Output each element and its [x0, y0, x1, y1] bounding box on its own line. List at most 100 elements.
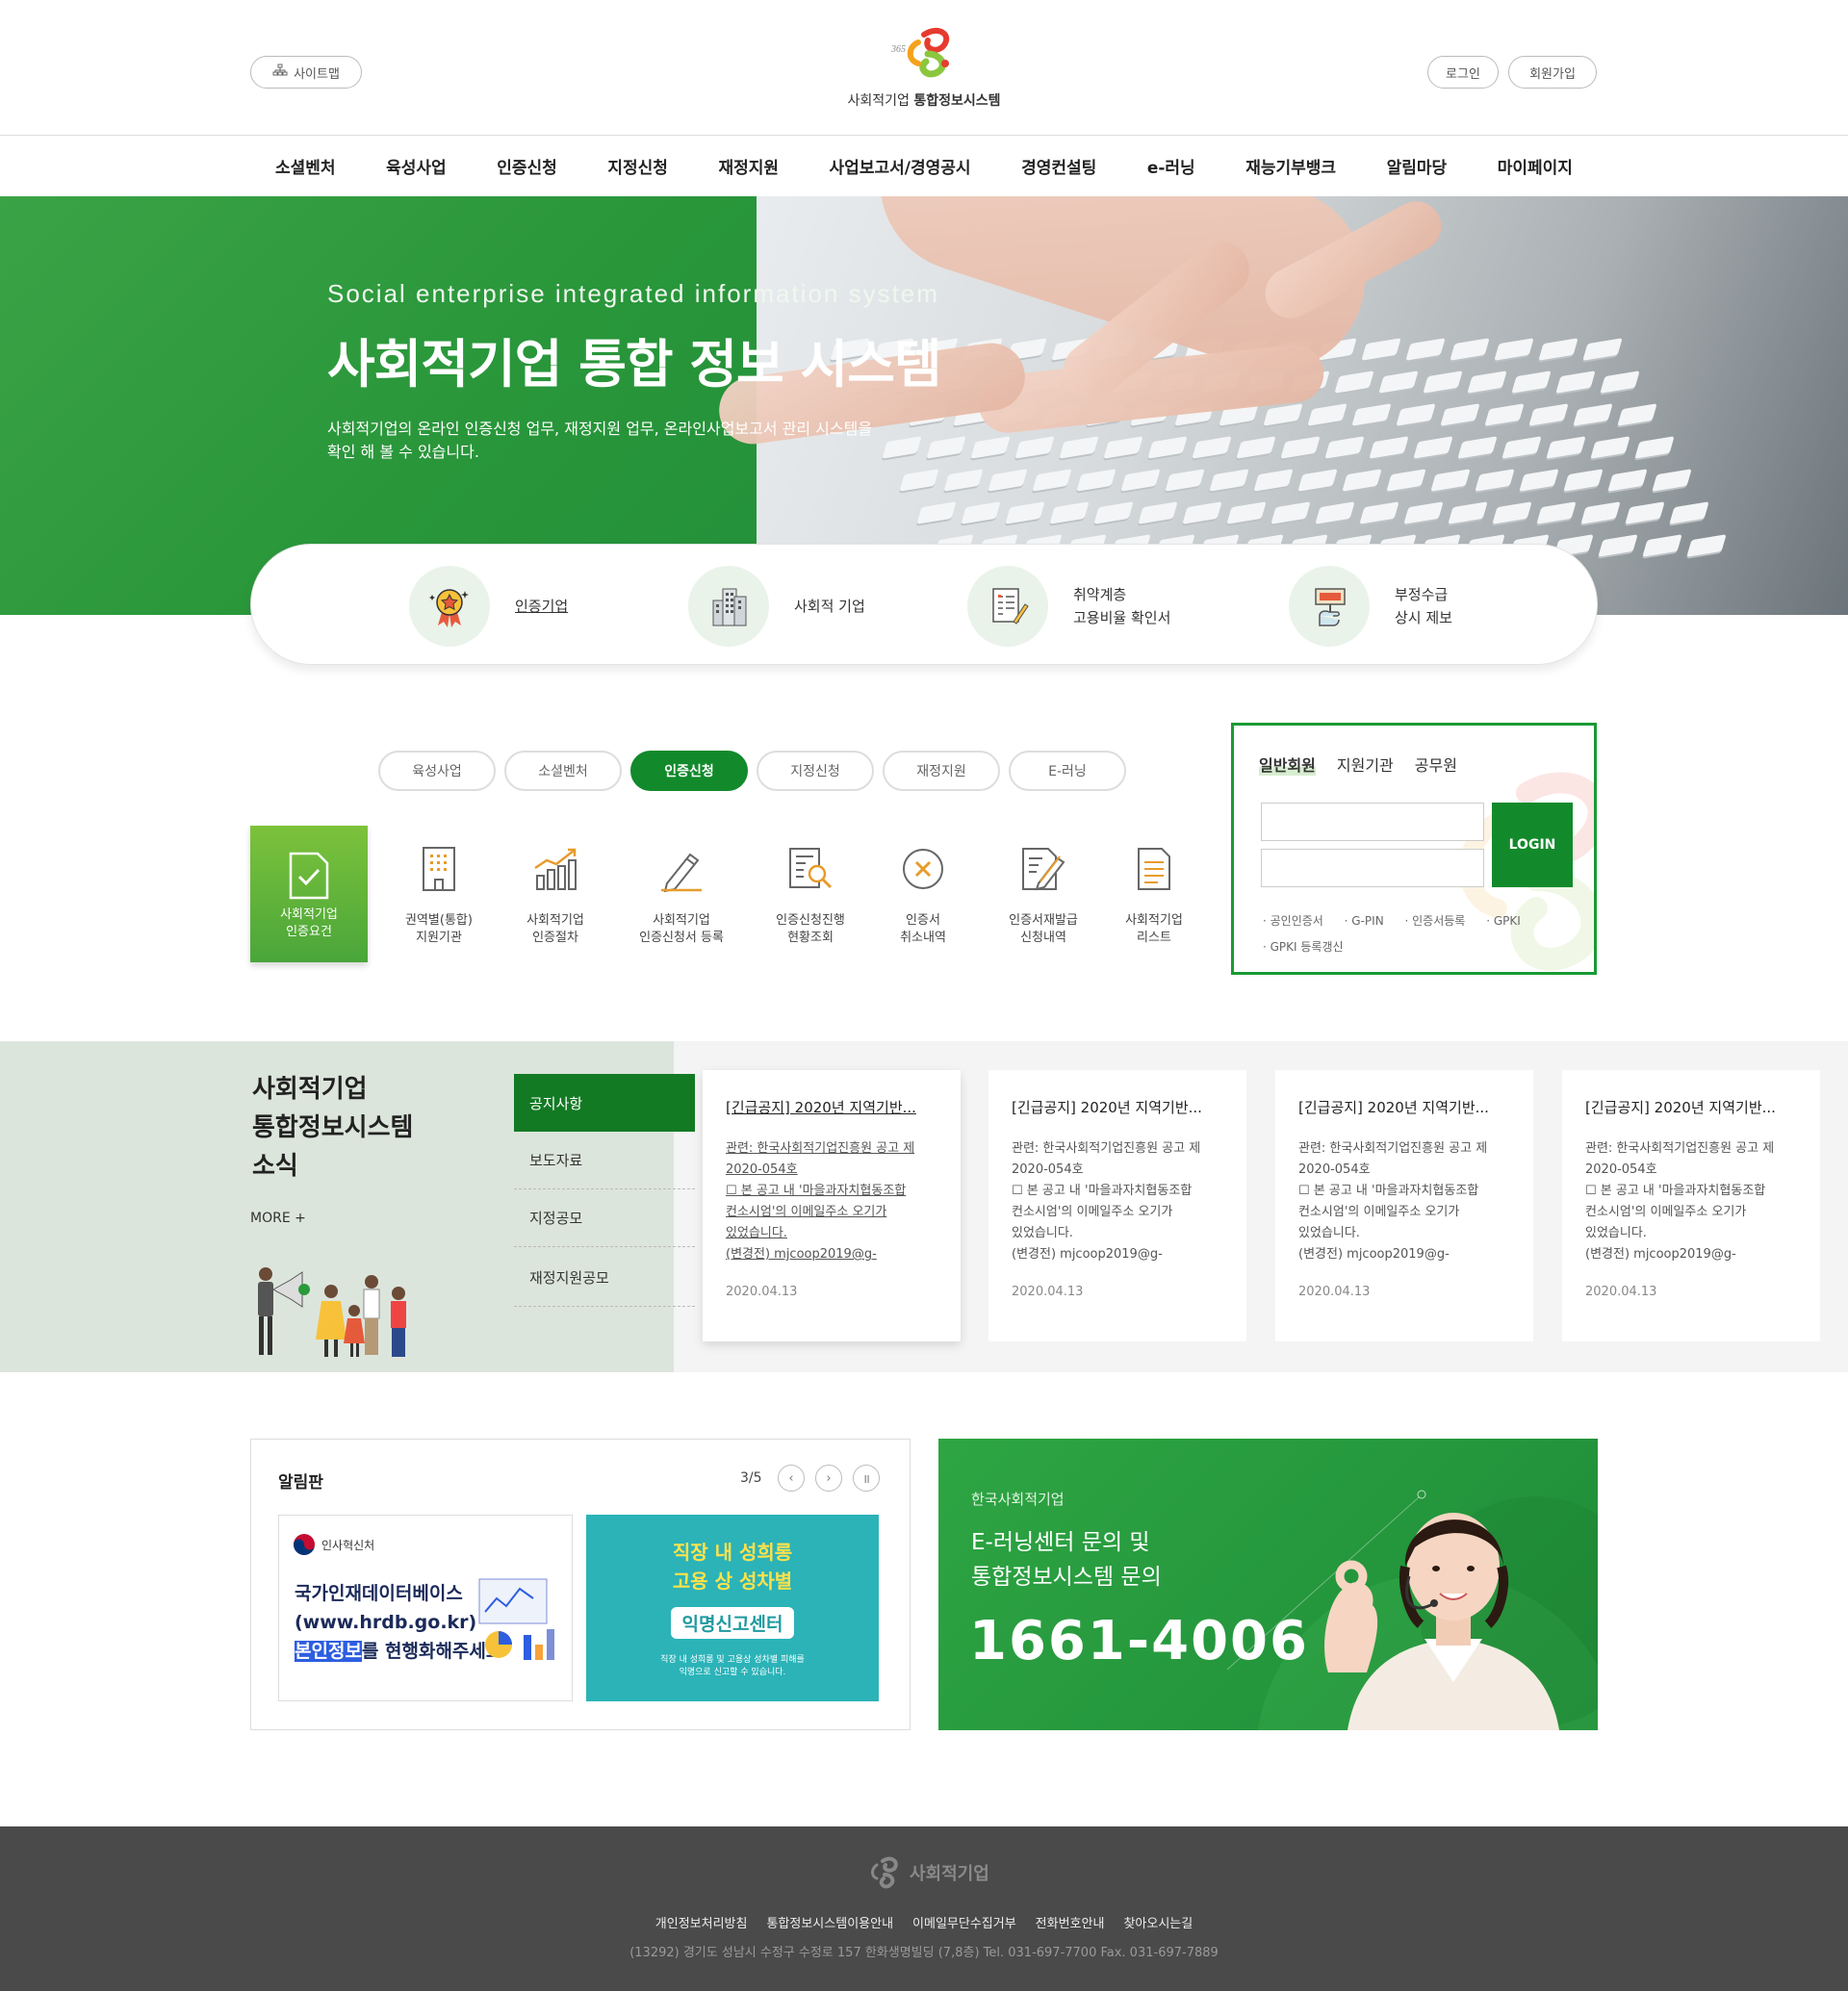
gnb-item[interactable]: 육성사업: [386, 154, 447, 178]
gnb-item[interactable]: 재능기부뱅크: [1245, 154, 1336, 178]
logo-mark-icon: 365: [890, 27, 950, 78]
news-category-tab[interactable]: 보도자료: [514, 1132, 695, 1189]
keyboard-key: [1351, 403, 1392, 426]
service-tab[interactable]: 재정지원: [883, 751, 1000, 791]
gnb-item[interactable]: 지정신청: [607, 154, 668, 178]
keyboard-key: [1297, 469, 1338, 492]
service-label: 권역별(통합) 지원기관: [405, 913, 473, 945]
service-label: 인증신청진행 현황조회: [776, 913, 845, 945]
news-category-tab[interactable]: 재정지원공모: [514, 1249, 695, 1307]
gnb-item[interactable]: e-러닝: [1147, 154, 1195, 178]
customer-service-banner[interactable]: 한국사회적기업 E-러닝센터 문의 및 통합정보시스템 문의 1661-4006: [938, 1439, 1598, 1730]
keyboard-key: [1324, 436, 1365, 459]
keyboard-key: [1369, 436, 1409, 459]
keyboard-key: [916, 501, 957, 524]
pause-icon[interactable]: ॥: [853, 1465, 880, 1492]
medal-icon: [429, 589, 469, 627]
banner-harassment-report[interactable]: 직장 내 성희롱 고용 상 성차별 익명신고센터 직장 내 성희롱 및 고용상 …: [586, 1515, 879, 1701]
banner-hrdb[interactable]: 인사혁신처 국가인재데이터베이스 (www.hrdb.go.kr) 본인정보를 …: [278, 1515, 573, 1701]
keyboard-key: [1528, 403, 1569, 426]
gnb-item[interactable]: 재정지원: [718, 154, 779, 178]
keyboard-key: [1032, 469, 1072, 492]
keyboard-key: [1484, 403, 1525, 426]
news-category-tab[interactable]: 공지사항: [514, 1074, 695, 1132]
keyboard-key: [1494, 338, 1534, 361]
footer-link[interactable]: 이메일무단수집거부: [912, 1917, 1016, 1931]
svc-cancel[interactable]: 인증서 취소내역: [864, 826, 982, 962]
login-link-gpki[interactable]: · GPKI: [1486, 914, 1521, 928]
prev-icon[interactable]: ‹: [778, 1465, 805, 1492]
gnb-item[interactable]: 마이페이지: [1498, 154, 1573, 178]
keyboard-key: [1386, 469, 1426, 492]
svc-support-agency[interactable]: 권역별(통합) 지원기관: [380, 826, 498, 962]
svc-reissue[interactable]: 인증서재발급 신청내역: [985, 826, 1102, 962]
svc-requirements[interactable]: 사회적기업 인증요건: [250, 826, 368, 962]
keyboard-key: [1192, 436, 1232, 459]
keyboard-key: [1049, 501, 1090, 524]
gnb-item[interactable]: 소셜벤처: [275, 154, 336, 178]
keyboard-key: [1669, 501, 1709, 524]
keyboard-key: [1307, 403, 1348, 426]
news-card[interactable]: [긴급공지] 2020년 지역기반... 관련: 한국사회적기업진흥원 공고 제2…: [988, 1070, 1246, 1341]
keyboard-key: [1600, 370, 1640, 394]
news-category-tab[interactable]: 지정공모: [514, 1189, 695, 1247]
next-icon[interactable]: ›: [815, 1465, 842, 1492]
keyboard-key: [1103, 436, 1143, 459]
footer-link[interactable]: 통합정보시스템이용안내: [766, 1917, 893, 1931]
svc-procedure[interactable]: 사회적기업 인증절차: [497, 826, 614, 962]
service-tab[interactable]: 지정신청: [757, 751, 874, 791]
gnb-item[interactable]: 경영컨설팅: [1021, 154, 1096, 178]
service-tab[interactable]: 육성사업: [378, 751, 496, 791]
footer-link[interactable]: 전화번호안내: [1036, 1917, 1105, 1931]
news-card-title: [긴급공지] 2020년 지역기반...: [1012, 1099, 1202, 1116]
login-link-gpki-renew[interactable]: · GPKI 등록갱신: [1263, 940, 1344, 954]
footer-logo: 사회적기업: [861, 1855, 989, 1890]
login-button[interactable]: LOGIN: [1492, 803, 1573, 887]
news-card[interactable]: [긴급공지] 2020년 지역기반... 관련: 한국사회적기업진흥원 공고 제2…: [1275, 1070, 1533, 1341]
keyboard-key: [1253, 469, 1294, 492]
footer-link[interactable]: 찾아오시는길: [1123, 1917, 1193, 1931]
login-tab-official[interactable]: 공무원: [1415, 753, 1457, 776]
keyboard-key: [1590, 436, 1630, 459]
service-tab[interactable]: 인증신청: [630, 751, 748, 791]
keyboard-key: [1598, 534, 1638, 557]
data-charts-illustration: [478, 1578, 554, 1660]
quick-employment-ratio[interactable]: 취약계층 고용비율 확인서: [967, 566, 1170, 647]
login-link-cert[interactable]: · 공인인증서: [1263, 914, 1323, 928]
footer-link[interactable]: 개인정보처리방침: [655, 1917, 748, 1931]
login-link-cert-register[interactable]: · 인증서등록: [1405, 914, 1466, 928]
service-tab[interactable]: 소셜벤처: [504, 751, 622, 791]
cs-org: 한국사회적기업: [971, 1491, 1065, 1508]
login-link-gpin[interactable]: · G-PIN: [1345, 914, 1384, 928]
svc-list[interactable]: 사회적기업 리스트: [1095, 826, 1213, 962]
keyboard-key: [988, 469, 1028, 492]
gnb-item[interactable]: 사업보고서/경영공시: [830, 154, 971, 178]
quick-social-company[interactable]: 사회적 기업: [688, 566, 865, 647]
sitemap-icon: [272, 64, 288, 81]
news-card-title: [긴급공지] 2020년 지역기반...: [1585, 1099, 1776, 1116]
login-password-input[interactable]: [1261, 849, 1484, 887]
news-card[interactable]: [긴급공지] 2020년 지역기반... 관련: 한국사회적기업진흥원 공고 제2…: [703, 1070, 961, 1341]
login-tab-general[interactable]: 일반회원: [1259, 753, 1316, 776]
news-more-link[interactable]: MORE +: [250, 1211, 306, 1226]
footer-links: 개인정보처리방침 통합정보시스템이용안내 이메일무단수집거부 전화번호안내 찾아오시는길: [0, 1913, 1848, 1931]
login-id-input[interactable]: [1261, 803, 1484, 841]
gnb-item[interactable]: 알림마당: [1387, 154, 1448, 178]
login-tab-agency[interactable]: 지원기관: [1337, 753, 1394, 776]
keyboard-key: [1270, 501, 1311, 524]
site-logo[interactable]: 365 사회적기업 통합정보시스템: [828, 25, 1020, 110]
gnb-item[interactable]: 인증신청: [497, 154, 557, 178]
news-card[interactable]: [긴급공지] 2020년 지역기반... 관련: 한국사회적기업진흥원 공고 제2…: [1562, 1070, 1820, 1341]
service-tab[interactable]: E-러닝: [1009, 751, 1126, 791]
keyboard-key: [1076, 469, 1116, 492]
login-top-button[interactable]: 로그인: [1427, 56, 1499, 89]
svc-status[interactable]: 인증신청진행 현황조회: [752, 826, 869, 962]
keyboard-key: [1492, 501, 1532, 524]
quick-fraud-report[interactable]: 부정수급 상시 제보: [1289, 566, 1452, 647]
join-button[interactable]: 회원가입: [1508, 56, 1597, 89]
building-grid-icon: [380, 826, 498, 912]
document-edit-icon: [985, 826, 1102, 912]
quick-certified-company[interactable]: 인증기업: [409, 566, 568, 647]
sitemap-button[interactable]: 사이트맵: [250, 56, 362, 89]
svc-application[interactable]: 사회적기업 인증신청서 등록: [623, 826, 740, 962]
